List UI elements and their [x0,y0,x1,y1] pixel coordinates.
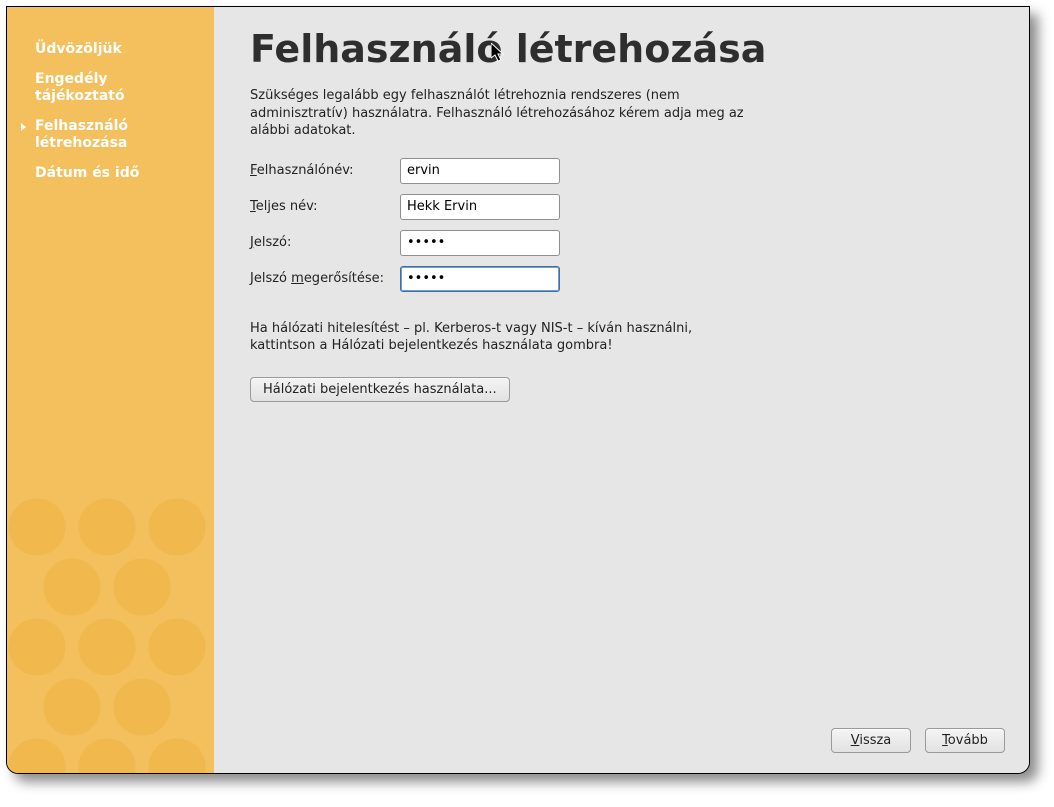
main-panel: Felhasználó létrehozása Szükséges legalá… [214,7,1029,773]
sidebar-item-date-time[interactable]: Dátum és idő [7,159,214,189]
username-input[interactable] [400,158,560,184]
sidebar-item-label: Üdvözöljük [35,41,122,59]
installer-window: Üdvözöljük Engedély tájékoztató Felhaszn… [6,6,1030,774]
sidebar-item-label: Felhasználó létrehozása [35,118,195,153]
fullname-label: Teljes név: [250,199,396,214]
sidebar-item-label: Engedély tájékoztató [35,71,195,106]
page-description: Szükséges legalább egy felhasználót létr… [250,87,760,140]
sidebar: Üdvözöljük Engedély tájékoztató Felhaszn… [7,7,214,773]
confirm-password-label: Jelszó megerősítése: [250,271,396,286]
footer-bar: Vissza Tovább [214,714,1029,773]
create-user-form: Felhasználónév: Teljes név: Jelszó: Jels… [250,158,993,292]
sidebar-item-label: Dátum és idő [35,165,139,183]
sidebar-item-welcome[interactable]: Üdvözöljük [7,35,214,65]
password-input[interactable] [400,230,560,256]
page-title: Felhasználó létrehozása [250,27,993,71]
password-label: Jelszó: [250,235,396,250]
fullname-input[interactable] [400,194,560,220]
network-login-description: Ha hálózati hitelesítést – pl. Kerberos-… [250,320,760,355]
content-area: Felhasználó létrehozása Szükséges legalá… [214,7,1029,714]
sidebar-item-create-user[interactable]: Felhasználó létrehozása [7,112,214,159]
username-label: Felhasználónév: [250,163,396,178]
next-button[interactable]: Tovább [925,728,1005,753]
confirm-password-input[interactable] [400,266,560,292]
network-login-button[interactable]: Hálózati bejelentkezés használata... [250,377,510,402]
back-button[interactable]: Vissza [831,728,911,753]
sidebar-item-license[interactable]: Engedély tájékoztató [7,65,214,112]
